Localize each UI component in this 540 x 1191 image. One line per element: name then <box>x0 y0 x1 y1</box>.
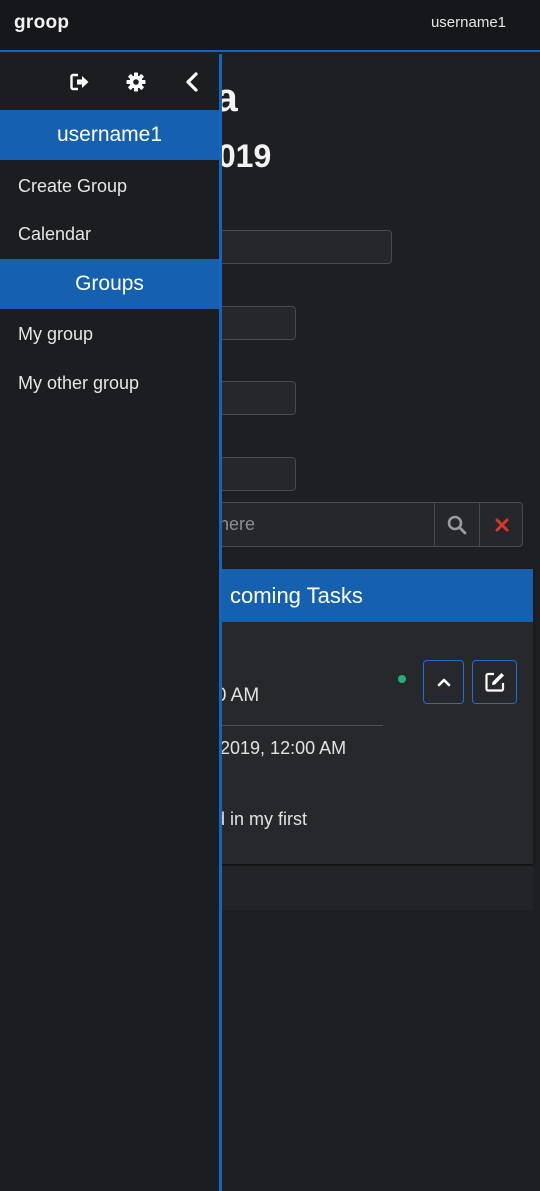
status-indicator <box>398 675 406 683</box>
chevron-up-icon <box>437 678 450 687</box>
settings-button[interactable] <box>124 70 148 94</box>
edit-icon <box>484 672 504 692</box>
top-navbar: groop username1 <box>0 0 540 52</box>
logout-button[interactable] <box>68 70 92 94</box>
collapse-task-button[interactable] <box>423 660 464 704</box>
task-divider <box>200 725 383 726</box>
close-icon <box>495 518 508 531</box>
sidebar-toolbar <box>0 54 219 110</box>
sidebar-user-header[interactable]: username1 <box>0 110 219 160</box>
sidebar-item-my-group[interactable]: My group <box>18 324 93 345</box>
gear-icon <box>126 72 146 92</box>
brand-logo[interactable]: groop <box>14 12 69 34</box>
search-icon <box>447 515 467 534</box>
navbar-username[interactable]: username1 <box>431 14 506 31</box>
sidebar-item-calendar[interactable]: Calendar <box>18 224 91 245</box>
collapse-sidebar-button[interactable] <box>180 70 204 94</box>
edit-task-button[interactable] <box>472 660 517 704</box>
chevron-left-icon <box>186 72 198 92</box>
search-button[interactable] <box>434 503 479 546</box>
clear-button[interactable] <box>479 503 523 546</box>
sign-out-icon <box>70 73 89 91</box>
sidebar: username1 Create Group Calendar Groups M… <box>0 54 222 1191</box>
sidebar-groups-header: Groups <box>0 259 219 309</box>
sidebar-item-my-other-group[interactable]: My other group <box>18 373 139 394</box>
sidebar-item-create-group[interactable]: Create Group <box>18 176 127 197</box>
